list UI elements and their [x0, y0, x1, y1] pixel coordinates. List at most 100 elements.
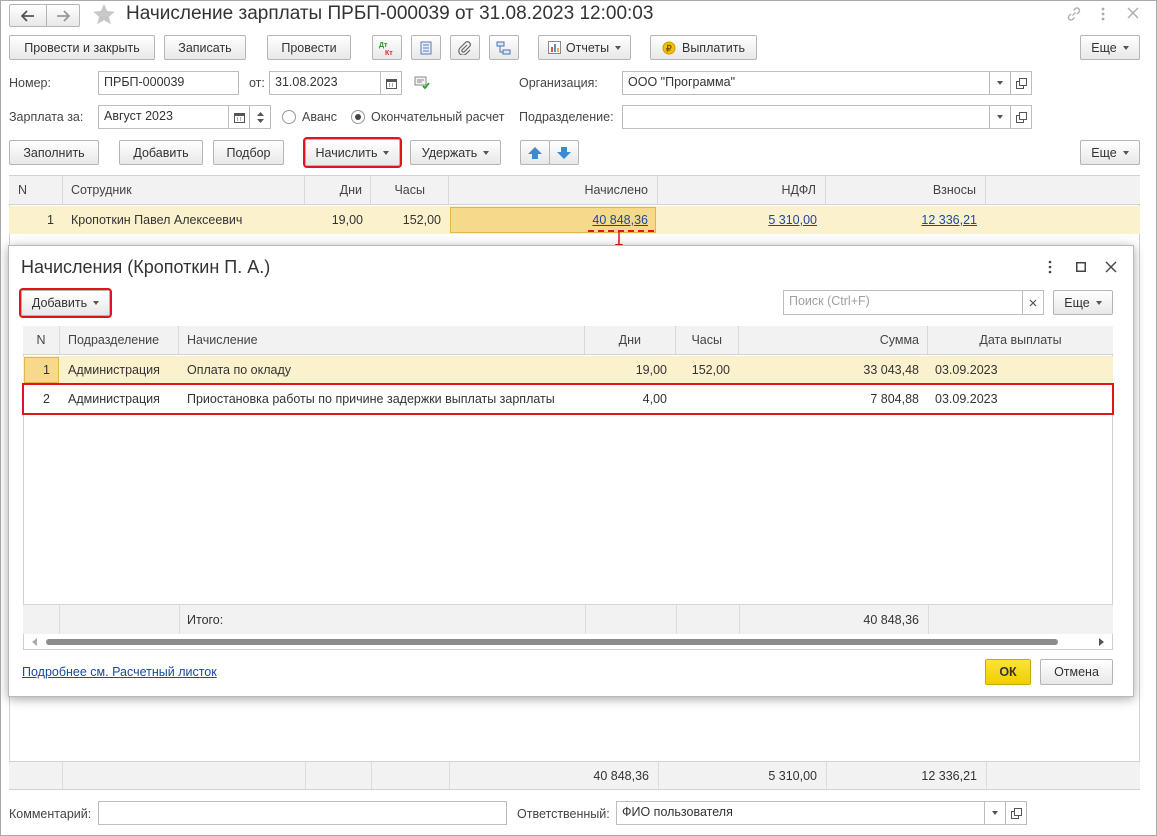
cell-accrual: Приостановка работы по причине задержки …	[187, 392, 555, 406]
cell-hours: 152,00	[691, 363, 730, 377]
column-header[interactable]: Дата выплаты	[928, 326, 1113, 354]
period-field[interactable]: Август 2023	[98, 105, 229, 129]
column-header[interactable]: N	[23, 326, 60, 354]
header-hours: Часы	[691, 333, 722, 347]
column-header[interactable]: Начислено	[449, 176, 658, 204]
window-title: Начисление зарплаты ПРБП-000039 от 31.08…	[126, 3, 654, 24]
ndfl-link[interactable]: 5 310,00	[658, 206, 817, 234]
post-and-close-button[interactable]: Провести и закрыть	[9, 35, 155, 60]
column-header[interactable]: Дни	[585, 326, 676, 354]
organization-open-button[interactable]	[1010, 71, 1032, 95]
pay-button[interactable]: ₽ Выплатить	[650, 35, 757, 60]
close-icon[interactable]	[1105, 261, 1117, 273]
table-row[interactable]: 2 Администрация Приостановка работы по п…	[22, 383, 1114, 415]
divider	[59, 605, 60, 634]
department-dropdown[interactable]	[989, 105, 1011, 129]
dialog-more-button[interactable]: Еще	[1053, 290, 1113, 315]
link-icon[interactable]	[1066, 6, 1082, 22]
post-button[interactable]: Провести	[267, 35, 351, 60]
open-icon	[1015, 77, 1027, 89]
column-header[interactable]: Подразделение	[60, 326, 179, 354]
close-icon[interactable]	[1127, 7, 1139, 19]
number-field[interactable]: ПРБП-000039	[98, 71, 239, 95]
chevron-down-icon	[93, 301, 100, 305]
cell-days: 19,00	[331, 213, 363, 227]
column-header[interactable]: Дни	[305, 176, 371, 204]
organization-field[interactable]: ООО "Программа"	[622, 71, 990, 95]
responsible-dropdown[interactable]	[984, 801, 1006, 825]
move-up-button[interactable]	[520, 140, 550, 165]
advance-radio[interactable]	[282, 110, 296, 124]
period-spinner[interactable]	[249, 105, 271, 129]
withhold-button[interactable]: Удержать	[410, 140, 501, 165]
organization-dropdown[interactable]	[989, 71, 1011, 95]
divider	[676, 605, 677, 634]
search-input[interactable]: Поиск (Ctrl+F)	[783, 290, 1023, 315]
column-header[interactable]: Часы	[371, 176, 449, 204]
table-row[interactable]: 1 Администрация Оплата по окладу 19,00 1…	[23, 356, 1113, 384]
chevron-down-icon	[256, 118, 264, 123]
arrow-right-icon	[57, 9, 70, 22]
dialog-add-button[interactable]: Добавить	[19, 288, 112, 318]
forward-button[interactable]	[46, 4, 80, 27]
responsible-open-button[interactable]	[1005, 801, 1027, 825]
contributions-link[interactable]: 12 336,21	[826, 206, 977, 234]
list-icon	[420, 41, 432, 54]
scroll-left-icon[interactable]	[32, 638, 37, 646]
save-button[interactable]: Записать	[164, 35, 246, 60]
header-days: Дни	[339, 183, 362, 197]
column-header[interactable]: Сумма	[739, 326, 928, 354]
cell-pay-date: 03.09.2023	[935, 363, 998, 377]
final-label: Окончательный расчет	[371, 110, 505, 124]
period-calendar-button[interactable]	[228, 105, 250, 129]
date-field[interactable]: 31.08.2023	[269, 71, 381, 95]
pay-label: Выплатить	[681, 40, 745, 55]
payslip-link[interactable]: Подробнее см. Расчетный листок	[22, 665, 217, 679]
cancel-button[interactable]: Отмена	[1040, 659, 1113, 685]
chevron-down-icon	[1122, 45, 1129, 50]
add-button[interactable]: Добавить	[119, 140, 203, 165]
comment-status-icon[interactable]	[414, 76, 430, 90]
structure-button[interactable]	[489, 35, 519, 60]
dt-kt-button[interactable]: Дт Кт	[372, 35, 402, 60]
select-button[interactable]: Подбор	[213, 140, 284, 165]
comment-field[interactable]	[98, 801, 507, 825]
column-header[interactable]: НДФЛ	[658, 176, 826, 204]
more-button[interactable]: Еще	[1080, 35, 1140, 60]
chevron-down-icon	[383, 150, 390, 155]
back-button[interactable]	[9, 4, 47, 27]
cell-n: 1	[43, 363, 50, 377]
column-header[interactable]: N	[9, 176, 63, 204]
department-field[interactable]	[622, 105, 990, 129]
accrue-button[interactable]: Начислить	[303, 137, 402, 168]
scrollbar-thumb[interactable]	[46, 639, 1058, 645]
register-button[interactable]	[411, 35, 441, 60]
ok-button[interactable]: ОК	[985, 659, 1031, 685]
chevron-down-icon	[997, 115, 1003, 119]
horizontal-scrollbar[interactable]	[24, 635, 1112, 649]
column-header[interactable]: Взносы	[826, 176, 986, 204]
chevron-down-icon	[483, 150, 490, 155]
maximize-icon[interactable]	[1076, 262, 1086, 272]
search-clear-button[interactable]	[1022, 290, 1044, 315]
column-header[interactable]: Сотрудник	[63, 176, 305, 204]
department-open-button[interactable]	[1010, 105, 1032, 129]
move-down-button[interactable]	[549, 140, 579, 165]
column-header[interactable]: Начисление	[179, 326, 585, 354]
fill-button[interactable]: Заполнить	[9, 140, 99, 165]
reports-button[interactable]: Отчеты	[538, 35, 631, 60]
final-radio[interactable]	[351, 110, 365, 124]
scroll-right-icon[interactable]	[1099, 638, 1104, 646]
actions-more-button[interactable]: Еще	[1080, 140, 1140, 165]
calendar-button[interactable]	[380, 71, 402, 95]
open-icon	[1010, 807, 1022, 819]
favorite-star-icon[interactable]	[92, 3, 116, 26]
table-row[interactable]: 1 Кропоткин Павел Алексеевич 19,00 152,0…	[9, 206, 1140, 234]
more-vertical-icon[interactable]	[1047, 260, 1053, 274]
structure-icon	[496, 41, 511, 54]
header-pay-date: Дата выплаты	[979, 333, 1062, 347]
more-vertical-icon[interactable]	[1100, 6, 1106, 22]
responsible-field[interactable]: ФИО пользователя	[616, 801, 985, 825]
column-header[interactable]: Часы	[676, 326, 739, 354]
attach-button[interactable]	[450, 35, 480, 60]
